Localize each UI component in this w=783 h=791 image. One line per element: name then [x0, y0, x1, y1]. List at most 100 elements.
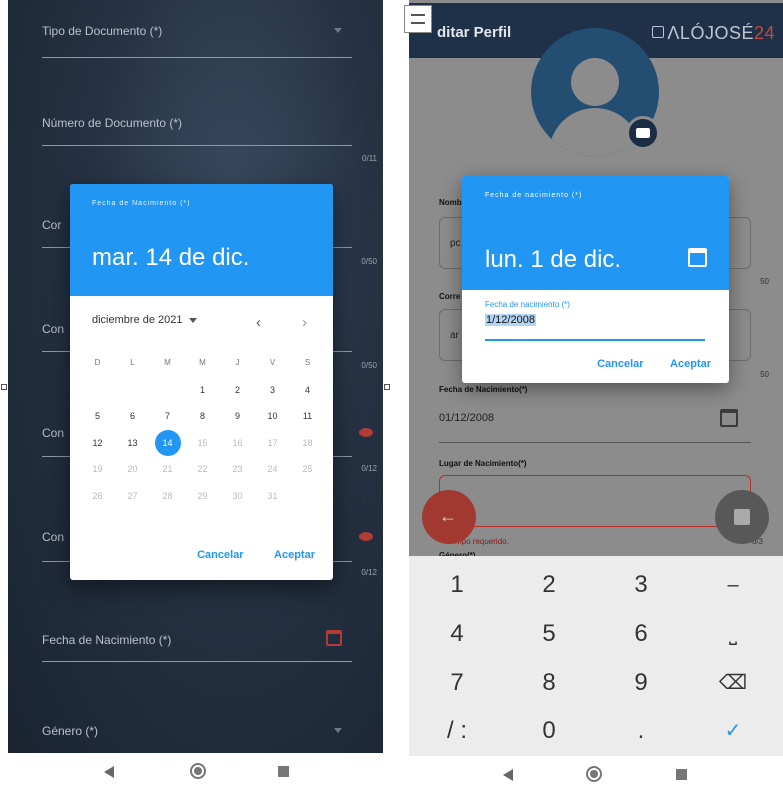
save-button[interactable]	[715, 490, 769, 544]
month-year-dropdown[interactable]: diciembre de 2021	[92, 314, 197, 326]
calendar-day[interactable]: 11	[290, 403, 325, 429]
keyboard-key[interactable]: 6	[611, 614, 671, 654]
android-nav-bar	[409, 756, 783, 791]
calendar-day[interactable]: 3	[255, 377, 290, 403]
calendar-day-label: 9	[234, 411, 240, 422]
calendar-day-label: 21	[162, 464, 173, 475]
calendar-day-label: 15	[197, 437, 208, 448]
calendar-icon[interactable]	[326, 630, 342, 646]
numero-documento-field[interactable]: Número de Documento (*)	[42, 114, 352, 146]
recents-nav-icon[interactable]	[278, 766, 289, 777]
fecha-nacimiento-field[interactable]: Fecha de Nacimiento (*)	[42, 630, 352, 662]
weekday-label: L	[130, 358, 135, 368]
calendar-day[interactable]: 4	[290, 377, 325, 403]
keyboard-key[interactable]: 8	[519, 663, 579, 703]
calendar-day: 17	[255, 430, 290, 456]
calendar-day[interactable]: 1	[185, 377, 220, 403]
screenshot-canvas: Tipo de Documento (*) Número de Document…	[0, 0, 783, 791]
camera-icon[interactable]	[626, 116, 660, 150]
keyboard-key[interactable]: / :	[427, 711, 487, 751]
calendar-week-row: 12 13 14 15 16 17 18	[80, 429, 325, 457]
fecha-underline	[439, 442, 751, 443]
keyboard-key[interactable]: ⎵	[703, 614, 763, 654]
tipo-documento-label: Tipo de Documento (*)	[42, 24, 163, 38]
keyboard-key[interactable]: 5	[519, 614, 579, 654]
correo-label-partial: Cor	[42, 218, 62, 232]
calendar-day: 18	[290, 430, 325, 456]
back-nav-icon[interactable]	[104, 766, 114, 778]
keyboard-key[interactable]: 7	[427, 663, 487, 703]
fecha-nacimiento-value[interactable]: 01/12/2008	[439, 412, 494, 424]
weekday-label: S	[304, 358, 311, 368]
accept-button[interactable]: Aceptar	[274, 549, 315, 561]
keyboard-key[interactable]: 4	[427, 614, 487, 654]
keyboard-key[interactable]: 3	[611, 565, 671, 605]
genero-field[interactable]: Género (*)	[42, 722, 352, 750]
keyboard-key[interactable]: –	[703, 565, 763, 605]
home-nav-icon[interactable]	[586, 766, 602, 782]
calendar-day: 27	[115, 483, 150, 509]
date-input[interactable]: 1/12/2008	[485, 314, 536, 326]
date-picker-header: Fecha de nacimiento (*) lun. 1 de dic.	[462, 176, 729, 290]
keyboard-key[interactable]: 9	[611, 663, 671, 703]
keyboard-key[interactable]: ✓	[703, 711, 763, 751]
keyboard-key[interactable]: 0	[519, 711, 579, 751]
dialog-actions: Cancelar Aceptar	[171, 545, 315, 563]
correo-counter: 50	[760, 370, 769, 379]
arrow-left-icon: ←	[439, 506, 457, 526]
calendar-day: 21	[150, 456, 185, 482]
recents-nav-icon[interactable]	[676, 769, 687, 780]
resize-handle[interactable]	[1, 384, 7, 390]
calendar-day: 20	[115, 456, 150, 482]
date-input-underline	[485, 339, 705, 341]
calendar-mode-icon[interactable]	[688, 248, 707, 267]
next-month-icon[interactable]: ›	[302, 314, 307, 331]
back-nav-icon[interactable]	[503, 769, 513, 781]
eye-icon[interactable]	[359, 532, 373, 541]
cancel-button[interactable]: Cancelar	[197, 549, 243, 561]
calendar-day[interactable]: 14	[150, 429, 185, 456]
calendar-day[interactable]: 5	[80, 403, 115, 429]
keyboard-key[interactable]: 1	[427, 565, 487, 605]
calendar-day: 31	[255, 483, 290, 509]
calendar-day-label: 14	[154, 429, 181, 456]
keyboard-key[interactable]: 2	[519, 565, 579, 605]
calendar-day[interactable]: 2	[220, 377, 255, 403]
calendar-day[interactable]: 12	[80, 430, 115, 456]
back-button[interactable]: ←	[422, 490, 476, 544]
empty-day-cell	[80, 377, 115, 403]
calendar-day-label: 26	[92, 490, 103, 501]
weekday-label: M	[199, 358, 206, 368]
calendar-day: 15	[185, 430, 220, 456]
calendar-day[interactable]: 13	[115, 430, 150, 456]
keyboard-key[interactable]: ⌫	[703, 663, 763, 703]
screenshot-tool-icon[interactable]	[404, 5, 432, 33]
cancel-button[interactable]: Cancelar	[597, 358, 643, 370]
calendar-day-label: 6	[129, 411, 135, 422]
calendar-day[interactable]: 7	[150, 403, 185, 429]
calendar-day-label: 4	[304, 384, 310, 395]
month-year-label: diciembre de 2021	[92, 314, 183, 326]
resize-handle[interactable]	[384, 384, 390, 390]
accept-button[interactable]: Aceptar	[670, 358, 711, 370]
calendar-icon[interactable]	[720, 409, 738, 427]
home-nav-icon[interactable]	[190, 763, 206, 779]
lugar-nacimiento-field[interactable]	[439, 475, 751, 527]
confirm-contrasena-label-partial: Con	[42, 530, 65, 544]
correo-label: Corre	[439, 292, 461, 301]
selected-date-display: mar. 14 de dic.	[92, 244, 250, 271]
right-phone: ditar Perfil ΛLÓJOSÉ24 Nomb pc 50 Corre …	[409, 0, 783, 791]
previous-month-icon[interactable]: ‹	[256, 314, 261, 331]
tipo-documento-field[interactable]: Tipo de Documento (*)	[42, 22, 352, 58]
calendar-day[interactable]: 9	[220, 403, 255, 429]
calendar-day[interactable]: 6	[115, 403, 150, 429]
fecha-nacimiento-label: Fecha de Nacimiento (*)	[42, 633, 172, 647]
calendar-day[interactable]: 10	[255, 403, 290, 429]
calendar-day-label: 31	[267, 490, 278, 501]
eye-icon[interactable]	[359, 428, 373, 437]
keyboard-key[interactable]: .	[611, 711, 671, 751]
app-logo: ΛLÓJOSÉ24	[652, 23, 775, 44]
calendar-day[interactable]: 8	[185, 403, 220, 429]
weekday-label: D	[94, 358, 101, 368]
confirm-correo-label-partial: Con	[42, 322, 65, 336]
